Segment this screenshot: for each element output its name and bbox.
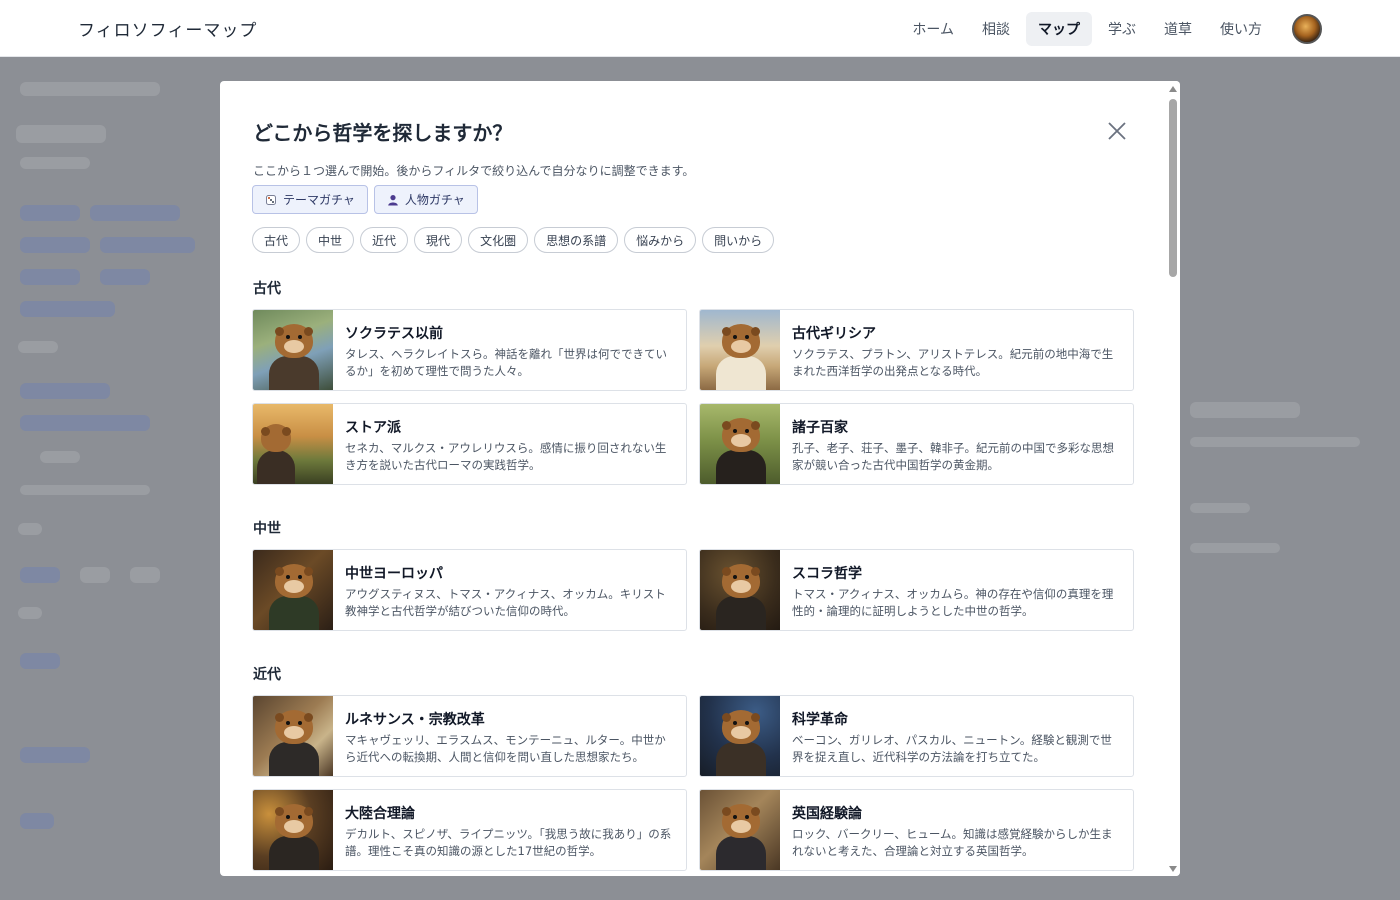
- card-title: 中世ヨーロッパ: [345, 566, 443, 582]
- otter-scholar-image: [700, 550, 780, 630]
- chip-contemporary[interactable]: 現代: [414, 227, 463, 253]
- chip-culture[interactable]: 文化圏: [468, 227, 529, 253]
- section-heading-medieval: 中世: [253, 521, 281, 537]
- otter-painter-image: [253, 696, 333, 776]
- otter-magnifier-image: [700, 790, 780, 870]
- card-description: アウグスティヌス、トマス・アクィナス、オッカム。キリスト教神学と古代哲学が結びつ…: [345, 587, 666, 618]
- gacha-buttons: テーマガチャ 人物ガチャ: [252, 185, 478, 214]
- card-renaissance[interactable]: ルネサンス・宗教改革 マキャヴェッリ、エラスムス、モンテーニュ、ルター。中世から…: [252, 695, 687, 777]
- card-scholasticism[interactable]: スコラ哲学 トマス・アクィナス、オッカムら。神の存在や信仰の真理を理性的・論理的…: [699, 549, 1134, 631]
- otter-confucian-image: [700, 404, 780, 484]
- nav-learn[interactable]: 学ぶ: [1096, 12, 1148, 46]
- card-title: 科学革命: [792, 712, 848, 728]
- main-nav: ホーム 相談 マップ 学ぶ 道草 使い方: [900, 12, 1322, 46]
- card-title: スコラ哲学: [792, 566, 862, 582]
- card-title: ストア派: [345, 420, 401, 436]
- person-icon: [387, 194, 399, 206]
- otter-stoic-image: [253, 404, 333, 484]
- card-description: トマス・アクィナス、オッカムら。神の存在や信仰の真理を理性的・論理的に証明しよう…: [792, 587, 1114, 618]
- otter-thinker-image: [253, 310, 333, 390]
- scroll-up-arrow-icon[interactable]: [1169, 86, 1177, 92]
- close-icon[interactable]: [1106, 120, 1128, 142]
- card-stoics[interactable]: ストア派 セネカ、マルクス・アウレリウスら。感情に振り回されない生き方を説いた古…: [252, 403, 687, 485]
- card-ancient-greece[interactable]: 古代ギリシア ソクラテス、プラトン、アリストテレス。紀元前の地中海で生まれた西洋…: [699, 309, 1134, 391]
- card-british-empiricism[interactable]: 英国経験論 ロック、バークリー、ヒューム。知識は感覚経験からしか生まれないと考え…: [699, 789, 1134, 871]
- chip-lineage[interactable]: 思想の系譜: [534, 227, 619, 253]
- user-avatar[interactable]: [1292, 14, 1322, 44]
- section-heading-ancient: 古代: [253, 281, 281, 297]
- nav-howto[interactable]: 使い方: [1208, 12, 1274, 46]
- otter-writer-image: [253, 790, 333, 870]
- filter-chips: 古代 中世 近代 現代 文化圏 思想の系譜 悩みから 問いから: [252, 227, 775, 253]
- card-title: ソクラテス以前: [345, 326, 443, 342]
- card-description: ソクラテス、プラトン、アリストテレス。紀元前の地中海で生まれた西洋哲学の出発点と…: [792, 347, 1114, 378]
- card-hundred-schools[interactable]: 諸子百家 孔子、老子、荘子、墨子、韓非子。紀元前の中国で多彩な思想家が競い合った…: [699, 403, 1134, 485]
- chip-medieval[interactable]: 中世: [306, 227, 355, 253]
- theme-gacha-button[interactable]: テーマガチャ: [252, 185, 368, 214]
- card-title: 諸子百家: [792, 420, 848, 436]
- card-description: ベーコン、ガリレオ、パスカル、ニュートン。経験と観測で世界を捉え直し、近代科学の…: [792, 733, 1112, 764]
- theme-gacha-label: テーマガチャ: [283, 193, 355, 207]
- card-title: 大陸合理論: [345, 806, 415, 822]
- nav-detour[interactable]: 道草: [1152, 12, 1204, 46]
- nav-map[interactable]: マップ: [1026, 12, 1092, 46]
- card-continental-rationalism[interactable]: 大陸合理論 デカルト、スピノザ、ライプニッツ。「我思う故に我あり」の系譜。理性こ…: [252, 789, 687, 871]
- card-title: 英国経験論: [792, 806, 862, 822]
- card-medieval-europe[interactable]: 中世ヨーロッパ アウグスティヌス、トマス・アクィナス、オッカム。キリスト教神学と…: [252, 549, 687, 631]
- card-description: ロック、バークリー、ヒューム。知識は感覚経験からしか生まれないと考えた、合理論と…: [792, 827, 1113, 858]
- dice-icon: [265, 194, 277, 206]
- card-scientific-revolution[interactable]: 科学革命 ベーコン、ガリレオ、パスカル、ニュートン。経験と観測で世界を捉え直し、…: [699, 695, 1134, 777]
- card-description: デカルト、スピノザ、ライプニッツ。「我思う故に我あり」の系譜。理性こそ真の知識の…: [345, 827, 672, 858]
- nav-home[interactable]: ホーム: [900, 12, 966, 46]
- chip-ancient[interactable]: 古代: [252, 227, 301, 253]
- person-gacha-label: 人物ガチャ: [404, 193, 465, 207]
- card-description: 孔子、老子、荘子、墨子、韓非子。紀元前の中国で多彩な思想家が競い合った古代中国哲…: [792, 441, 1114, 472]
- scroll-down-arrow-icon[interactable]: [1169, 866, 1177, 872]
- otter-monk-image: [253, 550, 333, 630]
- top-navigation-bar: フィロソフィーマップ ホーム 相談 マップ 学ぶ 道草 使い方: [0, 0, 1400, 57]
- scrollbar-thumb[interactable]: [1169, 99, 1177, 277]
- modal-title: どこから哲学を探しますか？: [253, 121, 513, 145]
- card-description: マキャヴェッリ、エラスムス、モンテーニュ、ルター。中世から近代への転換期、人間と…: [345, 733, 666, 764]
- card-title: ルネサンス・宗教改革: [345, 712, 485, 728]
- otter-greek-image: [700, 310, 780, 390]
- modal-scrollbar[interactable]: [1166, 81, 1180, 876]
- card-presocratics[interactable]: ソクラテス以前 タレス、ヘラクレイトスら。神話を離れ「世界は何でできているか」を…: [252, 309, 687, 391]
- site-logo[interactable]: フィロソフィーマップ: [78, 16, 257, 41]
- modal-content: どこから哲学を探しますか？ ここから１つ選んで開始。後からフィルタで絞り込んで自…: [220, 81, 1166, 876]
- person-gacha-button[interactable]: 人物ガチャ: [373, 185, 478, 214]
- start-point-modal: どこから哲学を探しますか？ ここから１つ選んで開始。後からフィルタで絞り込んで自…: [220, 81, 1180, 876]
- chip-questions[interactable]: 問いから: [702, 227, 775, 253]
- modal-subtitle: ここから１つ選んで開始。後からフィルタで絞り込んで自分なりに調整できます。: [253, 164, 695, 178]
- chip-worries[interactable]: 悩みから: [624, 227, 697, 253]
- nav-consult[interactable]: 相談: [970, 12, 1022, 46]
- otter-astronomer-image: [700, 696, 780, 776]
- chip-early-modern[interactable]: 近代: [360, 227, 409, 253]
- card-description: セネカ、マルクス・アウレリウスら。感情に振り回されない生き方を説いた古代ローマの…: [345, 441, 667, 472]
- card-description: タレス、ヘラクレイトスら。神話を離れ「世界は何でできているか」を初めて理性で問う…: [345, 347, 667, 378]
- card-title: 古代ギリシア: [792, 326, 876, 342]
- section-heading-early-modern: 近代: [253, 667, 281, 683]
